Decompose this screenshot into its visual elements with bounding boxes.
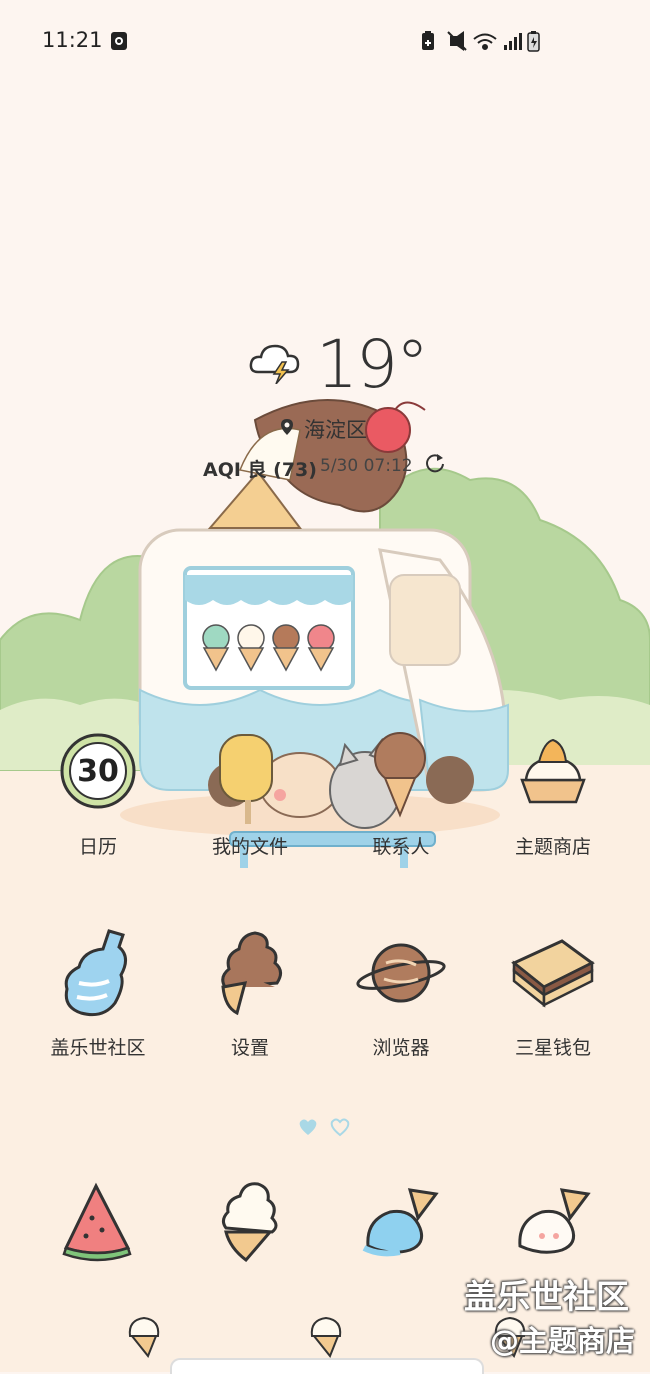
bottle-icon [64,929,127,1017]
app-samsung-wallet[interactable]: 三星钱包 [478,925,628,1065]
watermark-line2: @主题商店 [490,1324,636,1358]
temperature: 19° [316,326,429,403]
chocolate-cone-icon [221,931,282,1016]
status-time: 11:21 [42,28,103,52]
dock-app-1[interactable] [58,1178,138,1262]
aqi-label: AQI 良 (73) [203,459,317,481]
app-galaxy-community[interactable]: 盖乐世社区 [23,925,173,1065]
app-label: 主题商店 [514,836,591,858]
app-theme-store[interactable]: 主题商店 [478,732,628,862]
refresh-icon[interactable] [424,452,446,474]
app-label: 我的文件 [211,836,288,858]
wallpaper [0,0,650,1372]
app-label: 联系人 [372,836,430,858]
calendar-date: 30 [77,754,119,789]
white-scoop-icon [518,1188,591,1254]
app-label: 三星钱包 [514,1037,591,1059]
wifi-icon [473,33,497,50]
page-dot[interactable] [330,1118,350,1137]
contacts-icon [362,732,440,810]
status-right-icons [422,31,540,52]
mute-vibrate-icon [447,31,467,51]
app-settings[interactable]: 设置 [175,925,325,1065]
vanilla-cone-icon [221,1182,278,1263]
cone-decor-icon [310,1316,342,1358]
thunderstorm-cloud-icon [249,344,300,384]
screen-record-icon [111,32,127,50]
dock-app-4[interactable] [512,1184,592,1264]
watermelon-icon [62,1182,132,1262]
battery-charging-icon [527,31,540,52]
app-label: 日历 [78,836,117,858]
app-label: 盖乐世社区 [50,1037,146,1059]
app-contacts[interactable]: 联系人 [326,732,476,862]
battery-saver-icon [422,31,434,50]
page-indicator[interactable] [296,1117,356,1139]
location-pin-icon [281,419,293,435]
app-label: 设置 [230,1037,269,1059]
dock-app-3[interactable] [360,1184,440,1264]
signal-icon [504,33,522,50]
app-calendar[interactable]: 30 日历 [23,732,173,862]
watermark-line1: 盖乐世社区 [464,1277,629,1316]
app-label: 浏览器 [372,1037,430,1059]
blue-scoop-icon [362,1188,439,1257]
cone-decor-icon [128,1316,160,1358]
update-time: 5/30 07:12 [320,456,413,476]
theme-store-icon [520,738,586,804]
home-screen: 11:21 19° 海淀区 AQI 良 (73) 5/30 07:12 30 日… [0,0,650,1374]
page-dot-active[interactable] [299,1119,317,1136]
app-browser[interactable]: 浏览器 [326,925,476,1065]
my-files-icon [211,732,289,810]
dock-app-2[interactable] [212,1176,292,1264]
planet-icon [356,943,446,1003]
wafer-icon [511,939,595,1008]
app-my-files[interactable]: 我的文件 [175,732,325,862]
location-label: 海淀区 [304,418,367,442]
